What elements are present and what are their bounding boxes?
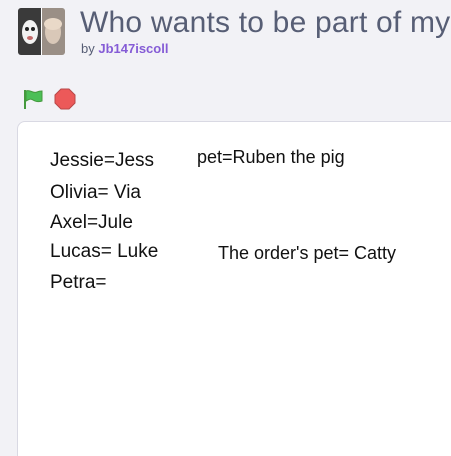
by-label: by (81, 41, 95, 56)
author-link[interactable]: Jb147iscoll (98, 41, 168, 56)
stage-pet-text: pet=Ruben the pig (197, 147, 345, 167)
stage-name-jessie: Jessie=Jess (50, 150, 155, 171)
author-avatar[interactable] (18, 8, 65, 55)
project-stage[interactable]: Jessie=Jess Olivia= Via Axel=Jule Lucas=… (17, 121, 451, 456)
stage-name-axel: Axel=Jule (50, 212, 133, 233)
stage-name-petra: Petra= (50, 272, 107, 293)
stop-sign-icon[interactable] (54, 88, 76, 110)
project-byline: by Jb147iscoll (81, 41, 168, 56)
green-flag-icon[interactable] (22, 88, 44, 110)
project-page: Who wants to be part of my n by Jb147isc… (0, 0, 451, 456)
stage-name-olivia: Olivia= Via (50, 182, 142, 203)
project-title[interactable]: Who wants to be part of my n (80, 6, 451, 40)
stage-order-pet-text: The order's pet= Catty (218, 243, 397, 263)
stage-name-lucas: Lucas= Luke (50, 241, 159, 262)
